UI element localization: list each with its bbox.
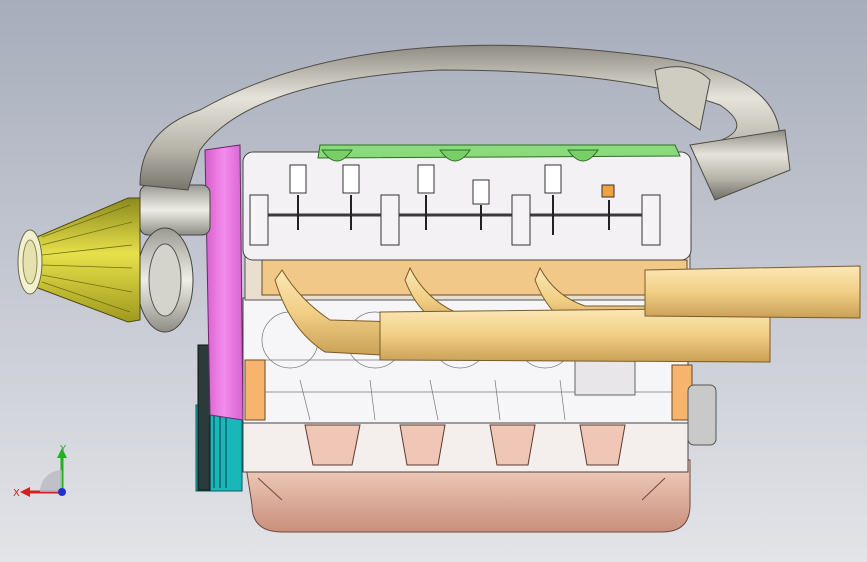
timing-cover [204, 144, 244, 421]
exhaust-flange [261, 259, 688, 296]
y-axis-label: Y [59, 444, 67, 455]
axis-triad: Y X [13, 444, 67, 499]
valve-cover [242, 144, 692, 261]
engine-model[interactable] [0, 0, 867, 562]
air-filter [17, 197, 141, 323]
pipe-cone [654, 66, 711, 131]
x-axis-label: X [13, 488, 20, 499]
xy-plane [40, 470, 62, 492]
rear-shaft [687, 384, 717, 446]
cad-viewport[interactable]: Y X [0, 0, 867, 562]
intake-pipe-end [689, 129, 791, 201]
z-axis-dot [58, 488, 66, 496]
turbocharger [136, 184, 211, 333]
x-axis-head [20, 487, 30, 497]
crankcase [242, 419, 689, 473]
